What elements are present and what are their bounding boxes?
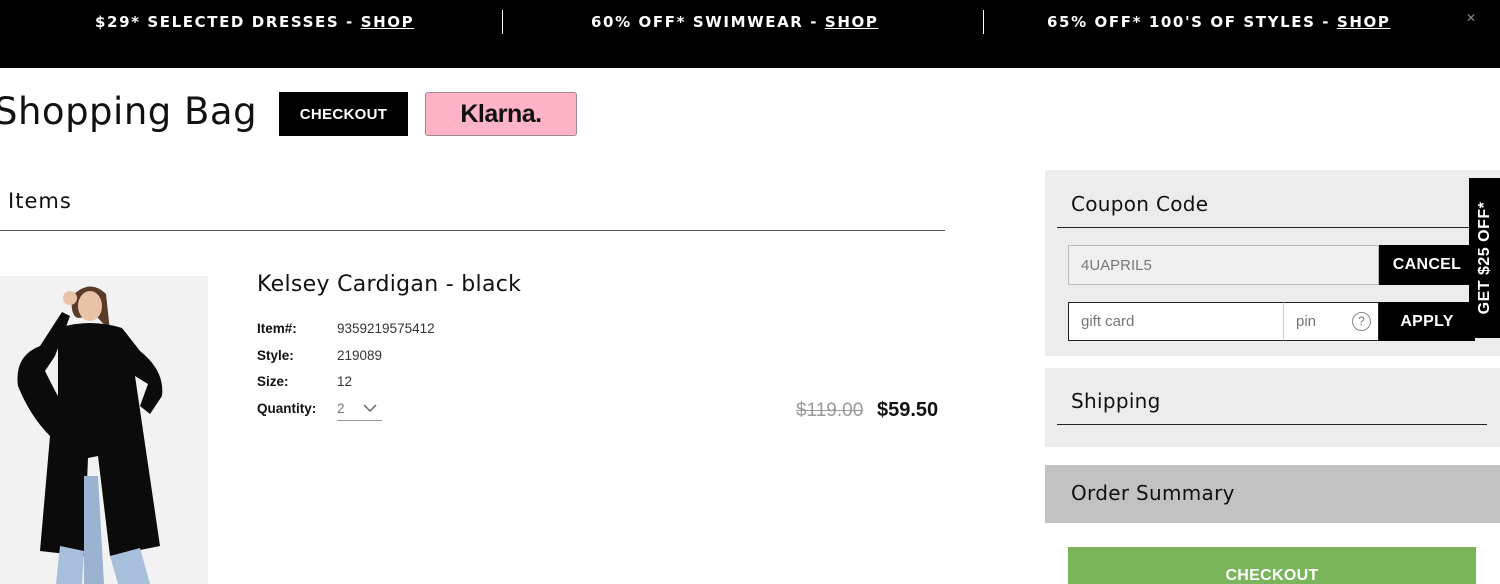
page-title: Shopping Bag	[0, 90, 258, 133]
side-tab-label: GET $25 OFF*	[1475, 201, 1493, 315]
product-name[interactable]: Kelsey Cardigan - black	[257, 272, 521, 297]
quantity-label: Quantity:	[257, 401, 317, 416]
style-label: Style:	[257, 348, 294, 363]
shipping-title[interactable]: Shipping	[1071, 389, 1161, 413]
divider	[1057, 424, 1487, 425]
promo-text: $29* SELECTED DRESSES -	[95, 13, 361, 31]
promo-divider	[983, 10, 984, 34]
model-illustration	[0, 276, 208, 584]
divider	[1057, 227, 1487, 228]
size-value: 12	[337, 374, 353, 389]
klarna-button[interactable]: Klarna.	[425, 92, 577, 136]
promo-text: 65% OFF* 100'S OF STYLES -	[1047, 13, 1337, 31]
promo-shop-link[interactable]: SHOP	[361, 13, 415, 31]
items-count-heading: 2 Items	[0, 189, 72, 213]
original-price: $119.00	[796, 400, 864, 421]
order-summary-title: Order Summary	[1071, 481, 1235, 505]
style-value: 219089	[337, 348, 383, 363]
gift-card-input[interactable]	[1068, 302, 1284, 341]
shipping-panel: Shipping	[1045, 368, 1500, 447]
discount-side-tab[interactable]: GET $25 OFF*	[1469, 178, 1500, 338]
item-number-label: Item#:	[257, 321, 297, 336]
promo-divider	[502, 10, 503, 34]
promo-shop-link[interactable]: SHOP	[825, 13, 879, 31]
divider	[0, 230, 945, 231]
promo-shop-link[interactable]: SHOP	[1337, 13, 1391, 31]
promo-item-swimwear: 60% OFF* SWIMWEAR - SHOP	[591, 13, 878, 31]
help-icon[interactable]: ?	[1352, 312, 1371, 331]
apply-button[interactable]: APPLY	[1379, 302, 1475, 341]
size-label: Size:	[257, 374, 289, 389]
chevron-down-icon	[363, 404, 377, 413]
coupon-title[interactable]: Coupon Code	[1071, 192, 1208, 216]
order-summary-header: Order Summary	[1045, 465, 1500, 523]
quantity-select[interactable]: 2	[337, 399, 382, 421]
checkout-button-summary[interactable]: CHECKOUT	[1068, 547, 1476, 584]
coupon-code-input[interactable]	[1068, 245, 1379, 285]
sale-price: $59.50	[877, 399, 939, 421]
promo-banner: $29* SELECTED DRESSES - SHOP 60% OFF* SW…	[0, 0, 1500, 68]
product-image[interactable]	[0, 276, 208, 584]
quantity-value: 2	[337, 401, 345, 416]
item-number-value: 9359219575412	[337, 321, 435, 336]
promo-item-styles: 65% OFF* 100'S OF STYLES - SHOP	[1047, 13, 1390, 31]
promo-item-dresses: $29* SELECTED DRESSES - SHOP	[95, 13, 414, 31]
close-icon[interactable]: ✕	[1466, 11, 1476, 25]
cancel-coupon-button[interactable]: CANCEL	[1379, 245, 1475, 285]
promo-text: 60% OFF* SWIMWEAR -	[591, 13, 825, 31]
checkout-button[interactable]: CHECKOUT	[279, 92, 408, 136]
